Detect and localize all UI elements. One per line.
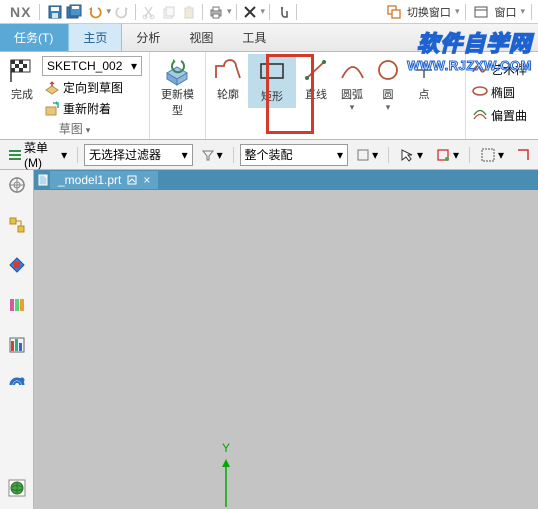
resource-bar [0,170,34,509]
circle-icon [374,56,402,84]
ellipse-icon [472,85,488,101]
title-bar: NX ▾ ▾ ▾ 切换窗口 ▾ 窗口 ▾ [0,0,538,24]
line-icon [302,56,330,84]
line-button[interactable]: 直线 [298,54,334,104]
orient-to-sketch-button[interactable]: 定向到草图 [42,78,142,97]
part-navigator-icon[interactable] [6,174,28,196]
menu-button[interactable]: 菜单(M) ▾ [4,144,71,166]
group-label-sketch: 草图 [59,122,83,136]
sel-tool-4[interactable] [512,144,534,166]
sketch-name-combo[interactable]: SKETCH_002▾ [42,56,142,76]
save-icon[interactable] [46,3,64,21]
assembly-dropdown-icon[interactable]: ▾ [352,144,382,166]
tab-task[interactable]: 任务(T) [0,24,68,51]
document-tab-strip: _model1.prt × [34,170,538,190]
filter-dropdown-icon[interactable]: ▾ [197,144,227,166]
cut-icon[interactable] [140,3,158,21]
copy-icon[interactable] [160,3,178,21]
spline-icon [472,62,488,78]
ribbon: 完成 SKETCH_002▾ 定向到草图 重新附着 草图 ▾ 更新模型 轮廓 [0,52,538,140]
close-tab-icon[interactable]: × [143,173,150,187]
update-model-icon [164,56,192,84]
finish-flag-icon [8,56,36,84]
reuse-library-icon[interactable] [6,294,28,316]
sel-tool-1[interactable]: ▾ [395,144,427,166]
rectangle-icon [258,58,286,86]
work-area: _model1.prt × Y [0,170,538,509]
web-browser-icon[interactable] [6,477,28,499]
point-icon [410,56,438,84]
profile-icon [214,56,242,84]
print-icon[interactable] [207,3,225,21]
constraint-navigator-icon[interactable] [6,254,28,276]
reattach-icon [44,101,60,117]
switch-window-icon[interactable] [385,3,403,21]
ellipse-button[interactable]: 椭圆 [470,83,534,102]
selection-toolbar: 菜单(M) ▾ 无选择过滤器▾ ▾ 整个装配▾ ▾ ▾ ▾ ▾ [0,140,538,170]
art-spline-button[interactable]: 艺术样 [470,60,534,79]
delete-icon[interactable] [241,3,259,21]
graphics-canvas[interactable]: Y [34,190,538,509]
quick-access-toolbar: ▾ ▾ ▾ [46,3,299,21]
history-icon[interactable] [6,334,28,356]
filter-combo[interactable]: 无选择过滤器▾ [84,144,193,166]
window-label[interactable]: 窗口 [494,4,516,20]
profile-button[interactable]: 轮廓 [210,54,246,104]
roles-icon[interactable] [6,374,28,396]
assembly-combo[interactable]: 整个装配▾ [240,144,349,166]
arc-button[interactable]: 圆弧 ▾ [334,54,370,115]
orient-icon [44,80,60,96]
point-button[interactable]: 点 [406,54,442,104]
menu-bar: 任务(T) 主页 分析 视图 工具 [0,24,538,52]
assembly-navigator-icon[interactable] [6,214,28,236]
sel-tool-3[interactable]: ▾ [476,144,508,166]
arc-icon [338,56,366,84]
tab-modified-icon [127,175,137,185]
touch-icon[interactable] [274,3,292,21]
update-model-button[interactable]: 更新模型 [154,54,201,120]
y-axis-indicator: Y [220,441,232,507]
tab-home[interactable]: 主页 [68,24,122,51]
save-all-icon[interactable] [66,3,84,21]
offset-curve-button[interactable]: 偏置曲 [470,106,534,125]
document-tab[interactable]: _model1.prt × [50,171,158,189]
paste-icon[interactable] [180,3,198,21]
rectangle-button[interactable]: 矩形 [248,54,296,108]
circle-button[interactable]: 圆 ▾ [370,54,406,115]
finish-sketch-button[interactable]: 完成 [4,54,40,104]
doc-icon [38,174,50,186]
tab-analysis[interactable]: 分析 [122,24,175,51]
tab-view[interactable]: 视图 [175,24,228,51]
tab-tools[interactable]: 工具 [228,24,281,51]
undo-icon[interactable] [86,3,104,21]
redo-icon[interactable] [113,3,131,21]
app-logo: NX [4,4,37,20]
sel-tool-2[interactable]: ▾ [431,144,463,166]
reattach-button[interactable]: 重新附着 [42,99,142,118]
switch-window-label[interactable]: 切换窗口 [407,4,451,20]
menu-icon [8,148,22,162]
offset-icon [472,108,488,124]
window-icon[interactable] [472,3,490,21]
